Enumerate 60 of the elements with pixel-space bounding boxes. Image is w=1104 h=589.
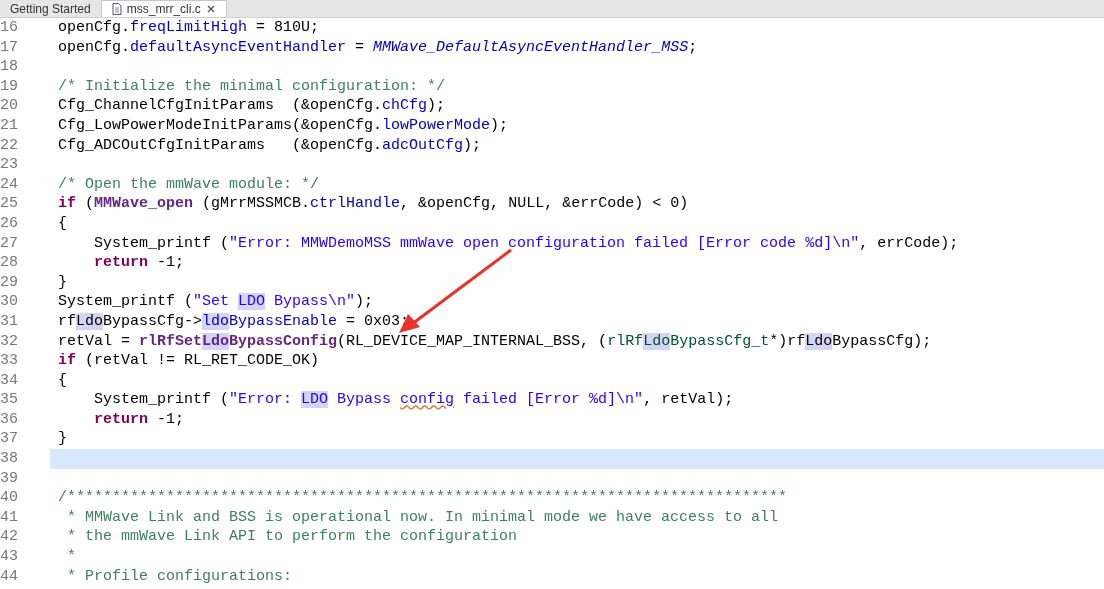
line-number: 36 <box>0 409 19 430</box>
line-number: 30 <box>0 292 19 312</box>
line-number: 23 <box>0 155 19 175</box>
line-number: 26 <box>0 213 19 234</box>
line-number: 37 <box>0 429 19 450</box>
line-number: 29 <box>0 272 19 293</box>
code-line: } <box>57 429 68 450</box>
line-number: 28 <box>0 253 19 273</box>
code-line: retVal = rlRfSetLdoBypassConfig(RL_DEVICE_MAP_INTERNAL_BSS, (rlRfLdoBypassCfg_t*)rfLdoBypassCfg); <box>57 331 933 352</box>
line-number: 35 <box>0 390 19 410</box>
code-line: Cfg_ChannelCfgInitParams (&openCfg.chCfg); <box>57 96 447 116</box>
file-icon <box>111 3 122 15</box>
code-line: * MMWave Link and BSS is operational now. In minimal mode we have access to all <box>66 507 780 528</box>
line-number: 33 <box>0 351 19 371</box>
code-line: /******************************************************************************** <box>57 488 789 508</box>
line-number: 17 <box>0 37 19 58</box>
line-number: 16 <box>0 18 19 38</box>
code-line: } <box>57 272 68 293</box>
line-number: 18 <box>0 57 19 77</box>
line-number: 43 <box>0 547 19 567</box>
tab-label: mss_mrr_cli.c <box>126 2 201 16</box>
line-number: 40 <box>0 488 19 508</box>
line-number: 31 <box>0 311 19 332</box>
code-line: System_printf ("Error: LDO Bypass config failed [Error %d]\n", retVal); <box>93 390 735 410</box>
code-line: return -1; <box>93 253 186 273</box>
editor-tab[interactable]: mss_mrr_cli.c <box>100 0 227 17</box>
line-number: 19 <box>0 76 19 97</box>
code-line: System_printf ("Error: MMWDemoMSS mmWave open configuration failed [Error code %d]\n", errCode); <box>93 233 960 254</box>
line-number: 38 <box>0 449 19 469</box>
code-line: /* Open the mmWave module: */ <box>57 174 321 195</box>
close-icon[interactable] <box>205 4 216 14</box>
code-line: /* Initialize the minimal configuration: */ <box>57 76 447 97</box>
line-number: 42 <box>0 527 19 548</box>
line-number: 22 <box>0 135 19 156</box>
code-line: * Profile configurations: <box>66 566 294 587</box>
line-number: 25 <box>0 194 19 214</box>
code-line: * <box>66 547 77 567</box>
code-line: if (MMWave_open (gMrrMSSMCB.ctrlHandle, &openCfg, NULL, &errCode) < 0) <box>57 194 690 214</box>
editor-tab[interactable]: Getting Started <box>0 0 101 17</box>
code-line: if (retVal != RL_RET_CODE_OK) <box>57 351 321 371</box>
code-line: { <box>57 213 68 234</box>
line-number: 44 <box>0 566 19 587</box>
line-number: 34 <box>0 370 19 391</box>
code-line: Cfg_ADCOutCfgInitParams (&openCfg.adcOutCfg); <box>57 135 483 156</box>
code-line: System_printf ("Set LDO Bypass\n"); <box>57 292 375 312</box>
code-line: { <box>57 370 68 391</box>
code-line: * the mmWave Link API to perform the configuration <box>66 527 519 548</box>
line-number: 41 <box>0 507 19 528</box>
line-number: 32 <box>0 331 19 352</box>
tab-label: Getting Started <box>10 1 91 16</box>
code-line: return -1; <box>93 409 186 430</box>
code-line: openCfg.freqLimitHigh = 810U; <box>57 18 321 38</box>
code-line: rfLdoBypassCfg->ldoBypassEnable = 0x03; <box>57 311 411 332</box>
code-line: openCfg.defaultAsyncEventHandler = MMWave_DefaultAsyncEventHandler_MSS; <box>57 37 699 58</box>
line-number: 24 <box>0 174 19 195</box>
code-line: Cfg_LowPowerModeInitParams(&openCfg.lowPowerMode); <box>57 115 510 136</box>
line-number: 21 <box>0 115 19 136</box>
line-number: 39 <box>0 468 19 489</box>
line-number: 27 <box>0 233 19 254</box>
line-number: 20 <box>0 96 19 116</box>
